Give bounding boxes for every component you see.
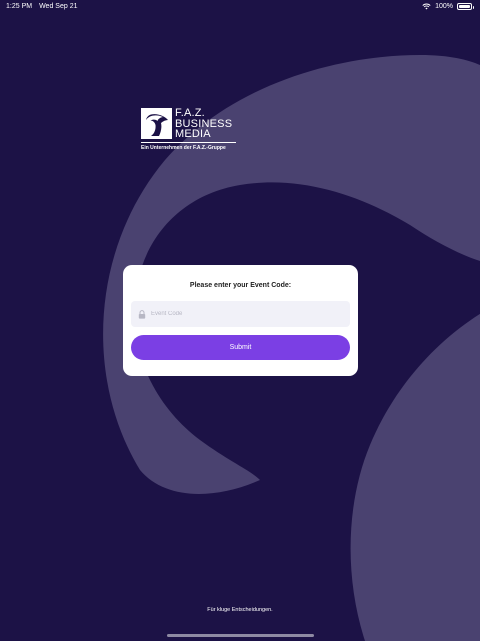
event-code-input[interactable] (151, 311, 331, 317)
logo-line-3: MEDIA (175, 128, 211, 140)
event-code-card: Please enter your Event Code: Submit (123, 265, 358, 376)
lock-icon (138, 309, 146, 319)
wifi-icon (422, 3, 431, 10)
logo-mark-icon (141, 108, 172, 139)
status-time: 1:25 PM (6, 3, 33, 10)
faz-business-media-logo: F.A.Z. BUSINESS MEDIA Ein Unternehmen de… (141, 108, 241, 156)
footer-slogan: Für kluge Entscheidungen. (207, 607, 273, 613)
logo-tagline: Ein Unternehmen der F.A.Z.-Gruppe (141, 145, 226, 151)
event-code-field[interactable] (131, 301, 350, 327)
submit-button[interactable]: Submit (131, 335, 350, 360)
battery-percent: 100% (435, 3, 453, 10)
home-indicator[interactable] (167, 634, 314, 637)
battery-fill (459, 5, 470, 8)
status-date: Wed Sep 21 (39, 3, 78, 10)
logo-line-1: F.A.Z. (175, 107, 205, 119)
battery-icon (457, 3, 474, 10)
status-bar: 1:25 PM Wed Sep 21 100% (0, 0, 480, 14)
logo-divider (141, 142, 236, 143)
logo-wordmark: F.A.Z. BUSINESS MEDIA (175, 108, 241, 140)
event-code-prompt: Please enter your Event Code: (189, 282, 292, 289)
